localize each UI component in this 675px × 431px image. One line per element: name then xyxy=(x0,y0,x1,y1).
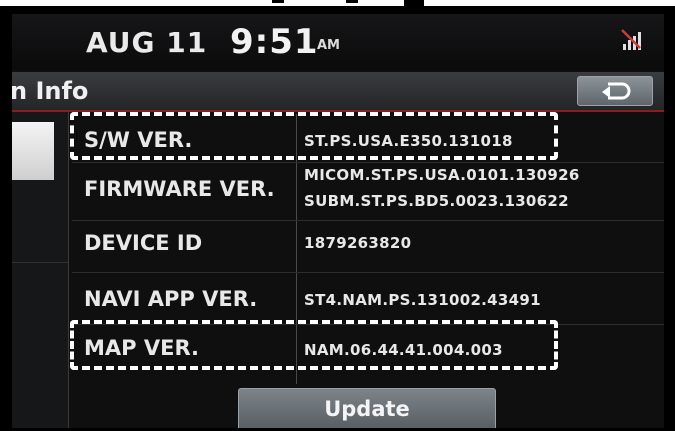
row-divider xyxy=(72,220,664,221)
map-version-value: NAM.06.44.41.004.003 xyxy=(304,341,503,359)
frame-mark xyxy=(346,0,358,3)
page-title: n Info xyxy=(12,77,89,105)
firmware-version-label: FIRMWARE VER. xyxy=(84,177,275,201)
device-id-value: 1879263820 xyxy=(304,234,412,252)
status-time: 9:51 xyxy=(230,22,319,62)
frame-top-border-right xyxy=(424,0,675,6)
side-menu xyxy=(12,112,69,428)
status-ampm: AM xyxy=(317,38,340,53)
head-unit-screen: AUG 11 9:51 AM n Info S/W VER. ST.PS.USA… xyxy=(12,14,664,428)
title-bar: n Info xyxy=(12,72,664,112)
frame-mark xyxy=(272,0,284,3)
status-bar: AUG 11 9:51 AM xyxy=(12,14,664,70)
status-date: AUG 11 xyxy=(86,26,208,59)
row-divider xyxy=(72,162,664,163)
sw-version-label: S/W VER. xyxy=(84,128,193,152)
sw-version-value: ST.PS.USA.E350.131018 xyxy=(304,132,513,150)
side-menu-divider xyxy=(12,262,68,263)
back-button[interactable] xyxy=(577,76,653,106)
frame-top-border-left xyxy=(0,0,404,6)
side-menu-item-selected[interactable] xyxy=(12,122,54,180)
map-version-label: MAP VER. xyxy=(84,336,199,360)
firmware-version-value-line1: MICOM.ST.PS.USA.0101.130926 xyxy=(304,166,580,184)
update-button[interactable]: Update xyxy=(238,388,496,428)
device-id-label: DEVICE ID xyxy=(84,231,203,255)
column-divider xyxy=(296,114,297,384)
no-signal-icon xyxy=(620,28,642,52)
back-arrow-icon xyxy=(602,82,631,100)
navi-app-version-value: ST4.NAM.PS.131002.43491 xyxy=(304,291,541,309)
firmware-version-value-line2: SUBM.ST.PS.BD5.0023.130622 xyxy=(304,192,569,210)
row-divider xyxy=(72,324,664,325)
photo-frame: AUG 11 9:51 AM n Info S/W VER. ST.PS.USA… xyxy=(0,0,675,431)
navi-app-version-label: NAVI APP VER. xyxy=(84,287,258,311)
row-divider xyxy=(72,272,664,273)
